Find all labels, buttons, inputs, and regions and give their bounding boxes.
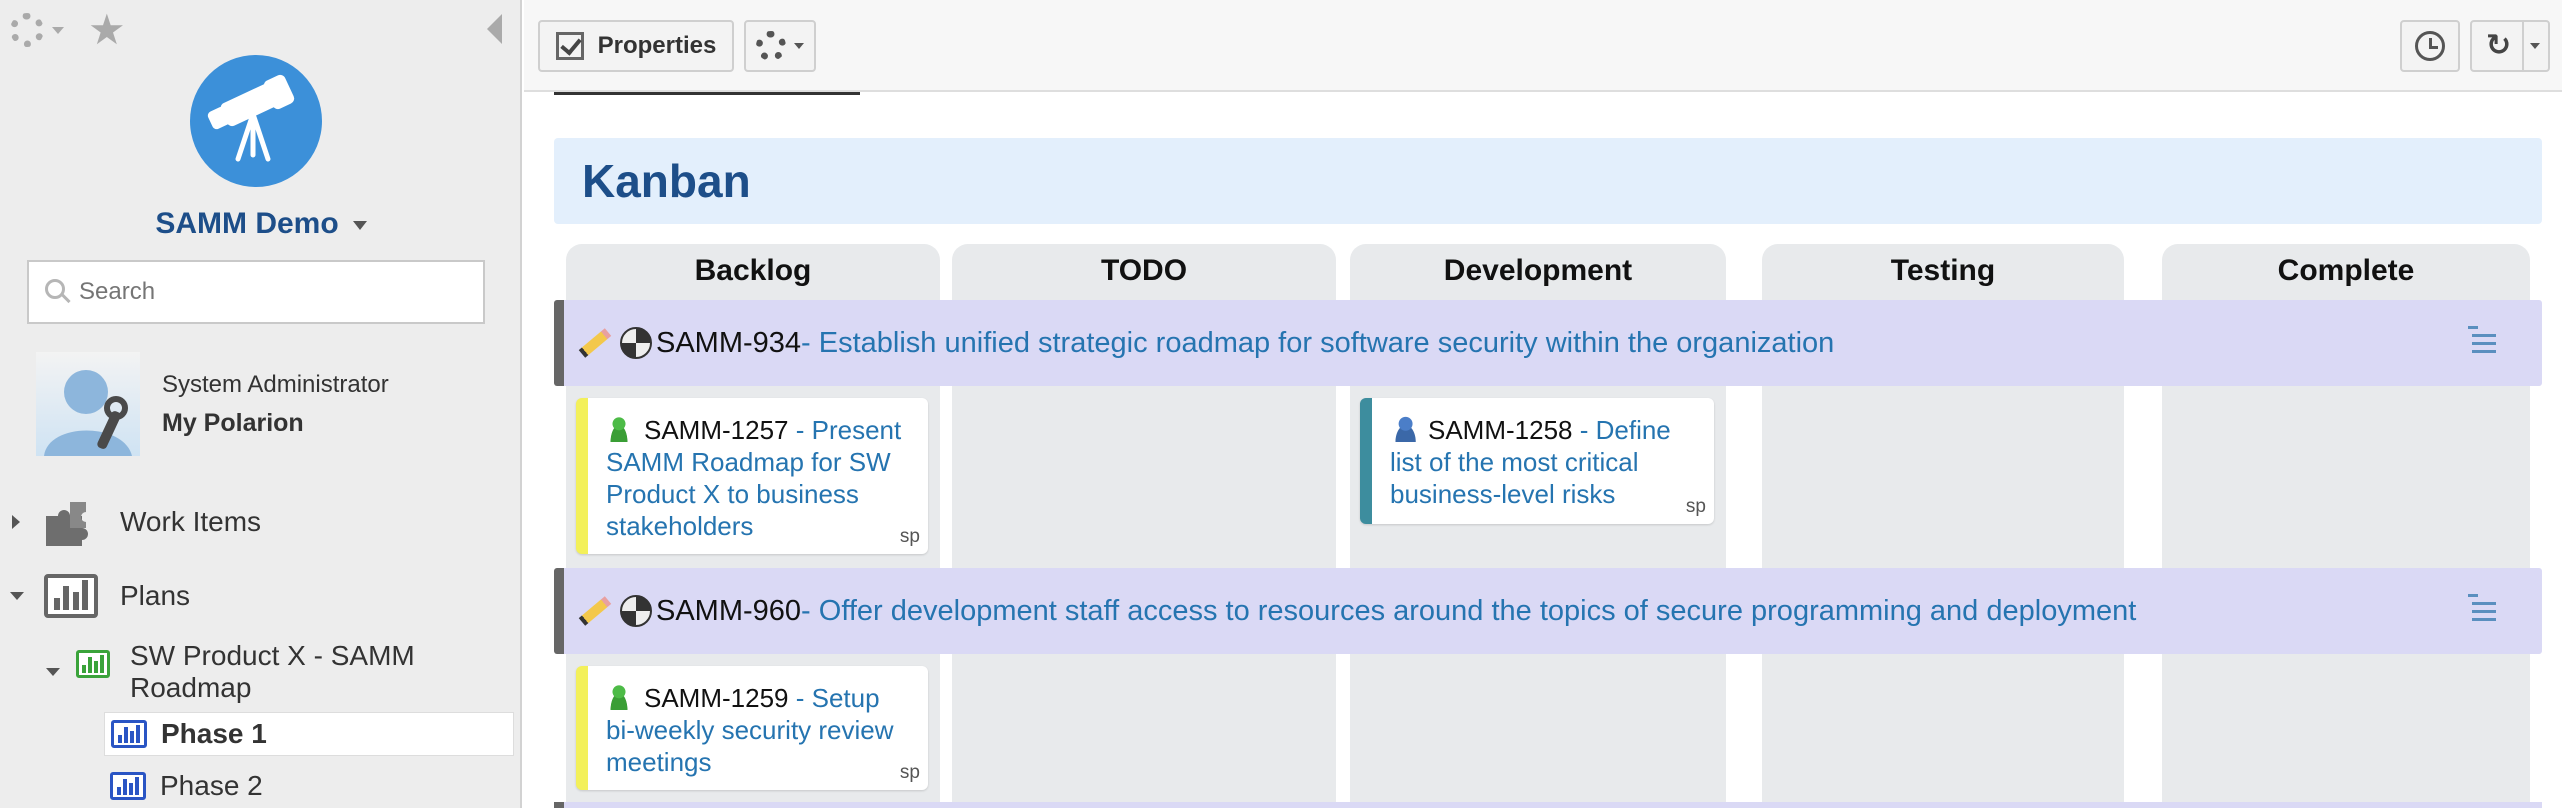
kanban-card[interactable]: SAMM-1259 - Setup bi-weekly security rev… [576,666,928,790]
card-id[interactable]: SAMM-1257 [644,415,789,445]
split-divider [2522,22,2524,70]
card-id[interactable]: SAMM-1258 [1428,415,1573,445]
sidebar: ★ SAMM Demo Search System Administrator … [0,0,522,808]
project-logo-telescope-icon [190,55,322,187]
plans-chart-icon [44,574,98,618]
user-icon [606,416,632,442]
properties-button[interactable]: Properties [538,20,734,72]
work-item-type-icon [620,327,652,359]
plan-icon [110,772,146,800]
star-icon[interactable]: ★ [88,9,126,51]
properties-label: Properties [597,32,717,59]
puzzle-icon [46,502,88,546]
settings-button[interactable] [744,20,816,72]
refresh-button[interactable]: ↻ [2470,20,2550,72]
swimlane-header-partial [554,802,2542,808]
sidebar-item-label: Work Items [120,506,262,537]
project-title[interactable]: SAMM Demo [0,207,520,241]
search-input[interactable] [79,278,459,306]
swimlane-id[interactable]: SAMM-934 [656,327,801,360]
story-points: sp [1685,496,1706,517]
sidebar-item-plan-sw-product-x[interactable]: SW Product X - SAMM Roadmap [46,640,430,704]
swimlane-id[interactable]: SAMM-960 [656,595,801,628]
expand-arrow-icon[interactable] [12,515,20,529]
sidebar-item-plans[interactable]: Plans [10,574,190,618]
card-text: SAMM-1257 - Present SAMM Roadmap for SW … [606,414,914,542]
user-gear-icon [1390,416,1416,442]
story-points: sp [899,526,920,547]
tree-list-icon[interactable] [2468,326,2496,354]
card-text: SAMM-1259 - Setup bi-weekly security rev… [606,682,914,778]
column-header-development: Development [1443,254,1633,287]
column-header-todo: TODO [1100,254,1188,287]
kanban-card[interactable]: SAMM-1258 - Define list of the most crit… [1360,398,1714,524]
story-points: sp [899,762,920,783]
avatar[interactable] [36,352,140,456]
sidebar-item-phase-1[interactable]: Phase 1 [104,712,514,756]
pencil-icon [578,596,612,626]
kanban-card[interactable]: SAMM-1257 - Present SAMM Roadmap for SW … [576,398,928,554]
refresh-icon: ↻ [2486,29,2512,62]
search-field[interactable] [27,260,485,324]
search-icon [45,279,71,305]
user-panel: System Administrator My Polarion [36,352,389,456]
sidebar-item-phase-2[interactable]: Phase 2 [104,764,514,808]
kanban-header: Kanban [554,138,2542,224]
column-header-testing: Testing [1890,254,1996,287]
project-name[interactable]: SAMM Demo [155,207,338,240]
user-name: System Administrator [162,370,389,398]
checkbox-icon [555,32,584,60]
my-polarion-link[interactable]: My Polarion [162,409,389,438]
plan-icon [76,650,110,678]
swimlane-header[interactable]: SAMM-960 - Offer development staff acces… [554,568,2542,654]
tree-list-icon[interactable] [2468,594,2496,622]
card-id[interactable]: SAMM-1259 [644,683,789,713]
chevron-down-icon[interactable] [52,26,64,34]
collapse-arrow-icon[interactable] [10,592,24,600]
chevron-down-icon[interactable] [352,220,367,230]
chevron-down-icon [794,43,804,49]
gear-icon [756,31,786,61]
chevron-down-icon[interactable] [2530,43,2540,49]
collapse-arrow-icon[interactable] [46,668,60,676]
column-header-complete: Complete [2277,254,2415,287]
sidebar-item-label: Plans [120,580,191,611]
gear-icon[interactable] [10,13,44,47]
sidebar-item-label: Phase 2 [160,770,263,801]
active-tab-indicator [554,92,860,95]
page-title: Kanban [582,155,751,207]
card-text: SAMM-1258 - Define list of the most crit… [1390,414,1700,510]
history-button[interactable] [2400,20,2460,72]
plan-icon [111,720,147,748]
work-item-type-icon [620,595,652,627]
swimlane-header[interactable]: SAMM-934 - Establish unified strategic r… [554,300,2542,386]
swimlane-title-link[interactable]: - Establish unified strategic roadmap fo… [801,327,1834,360]
sidebar-item-work-items[interactable]: Work Items [12,498,261,546]
sidebar-item-label: SW Product X - SAMM Roadmap [130,640,415,703]
clock-icon [2415,31,2445,61]
sidebar-top-tools: ★ [10,9,126,51]
collapse-sidebar-icon[interactable] [487,14,502,44]
swimlane-title-link[interactable]: - Offer development staff access to reso… [801,595,2136,628]
user-icon [606,684,632,710]
pencil-icon [578,328,612,358]
toolbar: Properties ↻ [524,0,2562,92]
sidebar-item-label: Phase 1 [161,718,267,749]
column-header-backlog: Backlog [694,254,812,287]
